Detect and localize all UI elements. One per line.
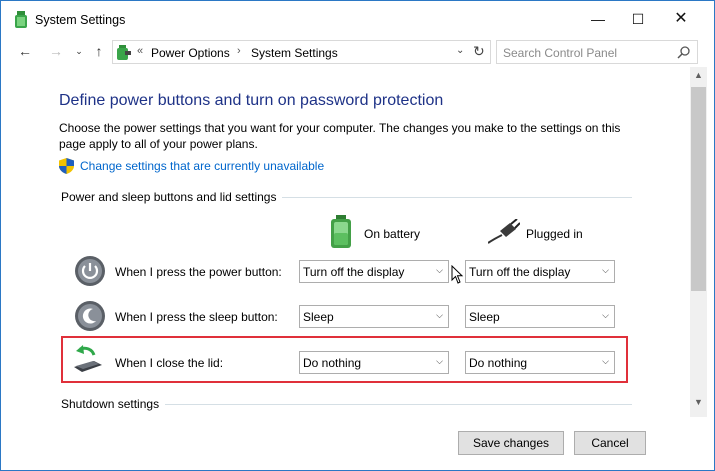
chevron-down-icon: ⌵ [436,356,443,366]
power-button-icon [75,256,105,286]
system-settings-window: System Settings — ☐ ✕ ← → ⌄ ↑ « Power Op… [0,0,715,471]
page-title: Define power buttons and turn on passwor… [59,92,444,109]
chevron-down-icon: ⌵ [602,310,609,320]
address-dropdown-button[interactable]: ⌄ [456,45,464,56]
row-label-sleep-button: When I press the sleep button: [115,310,278,324]
power-options-icon [117,45,131,60]
select-value: Do nothing [303,356,362,370]
breadcrumb-power-options[interactable]: Power Options [151,46,230,60]
chevron-down-icon: ⌵ [436,310,443,320]
main-content: Define power buttons and turn on passwor… [2,67,690,471]
scrollbar-thumb[interactable] [691,87,706,291]
chevron-down-icon: ⌵ [436,265,443,275]
row-label-close-lid: When I close the lid: [115,356,224,370]
control-panel-icon [15,11,27,28]
search-icon[interactable] [677,45,691,59]
address-bar[interactable]: « Power Options › System Settings ⌄ ↻ [112,40,491,64]
navigation-bar: ← → ⌄ ↑ « Power Options › System Setting… [1,38,714,66]
scroll-up-icon[interactable]: ▲ [690,70,707,84]
up-button[interactable]: ↑ [89,41,109,61]
search-box[interactable]: Search Control Panel [496,40,698,64]
vertical-scrollbar[interactable]: ▲ ▼ [690,67,707,417]
section-title-buttons: Power and sleep buttons and lid settings [61,190,283,204]
breadcrumb-overflow[interactable]: « [137,45,143,57]
page-description: Choose the power settings that you want … [59,121,621,151]
breadcrumb-system-settings[interactable]: System Settings [251,46,338,60]
recent-locations-button[interactable]: ⌄ [69,41,89,61]
column-label-plugged: Plugged in [526,227,583,241]
save-changes-button[interactable]: Save changes [458,431,564,455]
mouse-cursor-icon [451,265,464,284]
sleep-button-icon [75,301,105,331]
title-bar: System Settings — ☐ ✕ [1,1,714,37]
close-lid-battery-select[interactable]: Do nothing ⌵ [299,351,449,374]
power-plug-icon [488,219,520,244]
battery-icon [331,215,351,248]
back-button[interactable]: ← [15,41,35,61]
close-button[interactable]: ✕ [658,1,704,37]
uac-shield-icon [59,158,74,174]
select-value: Sleep [303,310,334,324]
section-title-shutdown: Shutdown settings [61,397,166,411]
scroll-down-icon[interactable]: ▼ [690,397,707,411]
row-label-power-button: When I press the power button: [115,265,282,279]
select-value: Turn off the display [469,265,571,279]
close-lid-plugged-select[interactable]: Do nothing ⌵ [465,351,615,374]
column-header-plugged: Plugged in [488,215,608,251]
column-label-battery: On battery [364,227,421,241]
laptop-lid-icon [74,345,102,372]
cancel-button[interactable]: Cancel [574,431,646,455]
column-header-battery: On battery [328,215,448,251]
chevron-down-icon: ⌵ [602,265,609,275]
sleep-button-battery-select[interactable]: Sleep ⌵ [299,305,449,328]
breadcrumb-separator: › [237,45,241,57]
chevron-down-icon: ⌵ [602,356,609,366]
sleep-button-plugged-select[interactable]: Sleep ⌵ [465,305,615,328]
maximize-button[interactable]: ☐ [615,1,661,37]
window-title: System Settings [35,13,126,27]
select-value: Do nothing [469,356,528,370]
select-value: Sleep [469,310,500,324]
select-value: Turn off the display [303,265,405,279]
change-settings-link[interactable]: Change settings that are currently unava… [80,159,324,173]
power-button-battery-select[interactable]: Turn off the display ⌵ [299,260,449,283]
power-button-plugged-select[interactable]: Turn off the display ⌵ [465,260,615,283]
search-placeholder: Search Control Panel [503,46,618,60]
forward-button[interactable]: → [46,41,66,61]
refresh-button[interactable]: ↻ [473,43,485,60]
